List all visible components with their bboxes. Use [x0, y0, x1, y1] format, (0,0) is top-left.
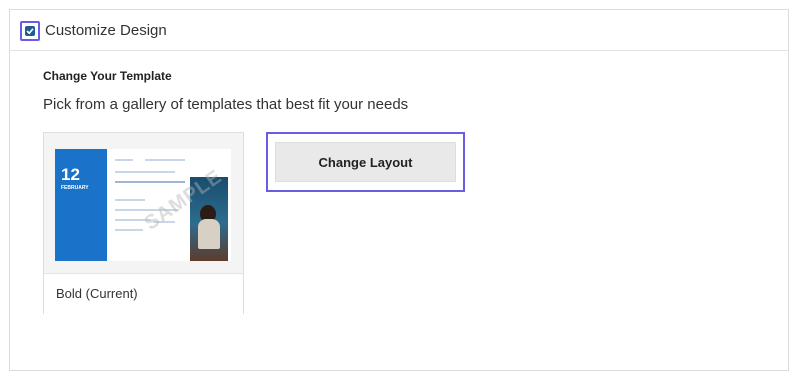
thumbnail-line	[115, 181, 185, 183]
checkmark-icon	[26, 28, 34, 35]
thumbnail-line	[115, 171, 175, 173]
customize-design-panel: Customize Design Change Your Template Pi…	[9, 9, 789, 371]
template-card-label-bar: Bold (Current)	[44, 273, 243, 314]
thumbnail-sidebar: 12 FEBRUARY	[55, 149, 107, 261]
template-thumbnail: 12 FEBRUARY SAMPLE	[55, 149, 231, 261]
thumbnail-month: FEBRUARY	[61, 185, 89, 191]
thumbnail-photo-person-body	[198, 219, 220, 249]
thumbnail-line	[115, 159, 133, 161]
section-title: Change Your Template	[43, 69, 172, 83]
change-layout-button[interactable]: Change Layout	[275, 142, 456, 182]
thumbnail-line	[115, 229, 143, 231]
thumbnail-line	[145, 159, 185, 161]
template-card-label: Bold (Current)	[56, 286, 138, 301]
template-thumbnail-area: 12 FEBRUARY SAMPLE	[44, 133, 243, 273]
panel-title: Customize Design	[45, 22, 167, 39]
template-card[interactable]: 12 FEBRUARY SAMPLE Bold (Current)	[43, 132, 244, 314]
thumbnail-line	[115, 199, 145, 201]
thumbnail-day: 12	[61, 165, 80, 184]
customize-design-checkbox[interactable]	[25, 26, 35, 36]
panel-header: Customize Design	[10, 10, 788, 51]
section-description: Pick from a gallery of templates that be…	[43, 96, 409, 113]
customize-design-checkbox-focus[interactable]	[20, 21, 40, 41]
change-layout-focus[interactable]: Change Layout	[266, 132, 465, 192]
